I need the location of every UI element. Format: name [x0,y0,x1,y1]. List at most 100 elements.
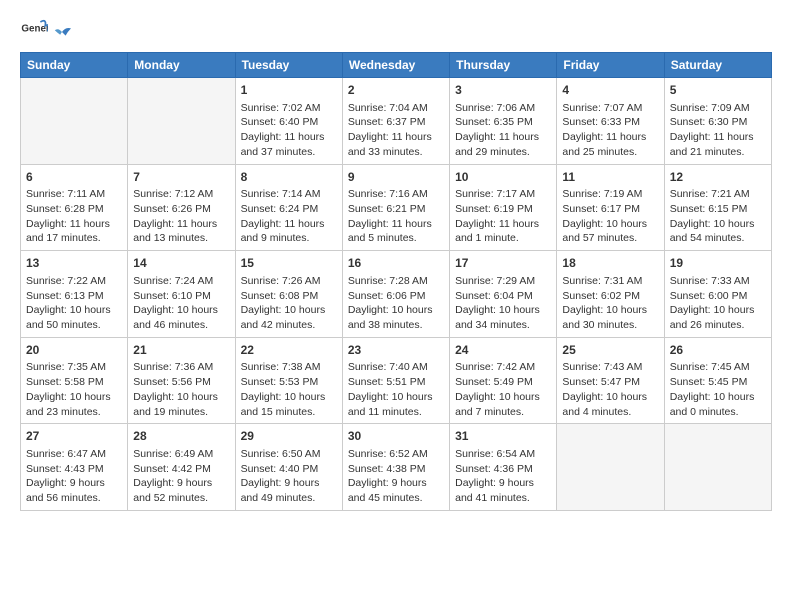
day-info: Sunrise: 7:21 AM Sunset: 6:15 PM Dayligh… [670,187,766,246]
day-info: Sunrise: 7:33 AM Sunset: 6:00 PM Dayligh… [670,274,766,333]
day-info: Sunrise: 7:22 AM Sunset: 6:13 PM Dayligh… [26,274,122,333]
day-number: 23 [348,342,444,359]
day-number: 13 [26,255,122,272]
calendar-cell: 9Sunrise: 7:16 AM Sunset: 6:21 PM Daylig… [342,164,449,251]
day-info: Sunrise: 7:04 AM Sunset: 6:37 PM Dayligh… [348,101,444,160]
calendar-cell: 14 Sunrise: 7:24 AM Sunset: 6:10 PM Dayli… [128,251,235,338]
calendar-cell: 22Sunrise: 7:38 AM Sunset: 5:53 PM Dayli… [235,337,342,424]
day-info: Sunrise: 7:07 AM Sunset: 6:33 PM Dayligh… [562,101,658,160]
calendar-week-4: 20Sunrise: 7:35 AM Sunset: 5:58 PM Dayli… [21,337,772,424]
day-number: 21 [133,342,229,359]
day-info: Sunrise: 6:54 AM Sunset: 4:36 PM Dayligh… [455,447,551,506]
day-info: Sunrise: 7:40 AM Sunset: 5:51 PM Dayligh… [348,360,444,419]
day-number: 15 [241,255,337,272]
day-number: 7 [133,169,229,186]
day-number: 12 [670,169,766,186]
day-info: Sunrise: 7:14 AM Sunset: 6:24 PM Dayligh… [241,187,337,246]
calendar: SundayMondayTuesdayWednesdayThursdayFrid… [20,52,772,511]
day-number: 5 [670,82,766,99]
day-number: 6 [26,169,122,186]
day-number: 14 [133,255,229,272]
calendar-cell: 29 Sunrise: 6:50 AM Sunset: 4:40 PM Dayli… [235,424,342,511]
day-number: 27 [26,428,122,445]
calendar-cell: 6Sunrise: 7:11 AM Sunset: 6:28 PM Daylig… [21,164,128,251]
day-number: 26 [670,342,766,359]
day-info: Sunrise: 7:35 AM Sunset: 5:58 PM Dayligh… [26,360,122,419]
day-number: 29 [241,428,337,445]
calendar-cell: 26Sunrise: 7:45 AM Sunset: 5:45 PM Dayli… [664,337,771,424]
calendar-cell: 2 Sunrise: 7:04 AM Sunset: 6:37 PM Daylig… [342,78,449,165]
day-number: 17 [455,255,551,272]
calendar-cell: 21Sunrise: 7:36 AM Sunset: 5:56 PM Dayli… [128,337,235,424]
calendar-week-1: 1 Sunrise: 7:02 AM Sunset: 6:40 PM Daylig… [21,78,772,165]
day-number: 18 [562,255,658,272]
header-wednesday: Wednesday [342,53,449,78]
calendar-cell: 8Sunrise: 7:14 AM Sunset: 6:24 PM Daylig… [235,164,342,251]
day-number: 20 [26,342,122,359]
header-thursday: Thursday [450,53,557,78]
calendar-cell: 13 Sunrise: 7:22 AM Sunset: 6:13 PM Dayli… [21,251,128,338]
calendar-cell: 30 Sunrise: 6:52 AM Sunset: 4:38 PM Dayli… [342,424,449,511]
day-info: Sunrise: 7:29 AM Sunset: 6:04 PM Dayligh… [455,274,551,333]
calendar-cell: 12Sunrise: 7:21 AM Sunset: 6:15 PM Dayli… [664,164,771,251]
calendar-week-5: 27Sunrise: 6:47 AM Sunset: 4:43 PM Dayli… [21,424,772,511]
day-number: 4 [562,82,658,99]
logo: General [20,16,72,44]
day-number: 1 [241,82,337,99]
day-info: Sunrise: 7:28 AM Sunset: 6:06 PM Dayligh… [348,274,444,333]
day-info: Sunrise: 7:19 AM Sunset: 6:17 PM Dayligh… [562,187,658,246]
day-number: 28 [133,428,229,445]
day-info: Sunrise: 7:31 AM Sunset: 6:02 PM Dayligh… [562,274,658,333]
day-info: Sunrise: 7:43 AM Sunset: 5:47 PM Dayligh… [562,360,658,419]
calendar-cell: 10Sunrise: 7:17 AM Sunset: 6:19 PM Dayli… [450,164,557,251]
day-number: 24 [455,342,551,359]
day-info: Sunrise: 7:17 AM Sunset: 6:19 PM Dayligh… [455,187,551,246]
day-info: Sunrise: 7:12 AM Sunset: 6:26 PM Dayligh… [133,187,229,246]
calendar-cell: 20Sunrise: 7:35 AM Sunset: 5:58 PM Dayli… [21,337,128,424]
day-number: 19 [670,255,766,272]
calendar-cell: 18 Sunrise: 7:31 AM Sunset: 6:02 PM Dayli… [557,251,664,338]
calendar-cell: 17 Sunrise: 7:29 AM Sunset: 6:04 PM Dayli… [450,251,557,338]
calendar-cell: 16Sunrise: 7:28 AM Sunset: 6:06 PM Dayli… [342,251,449,338]
calendar-week-3: 13 Sunrise: 7:22 AM Sunset: 6:13 PM Dayli… [21,251,772,338]
day-number: 2 [348,82,444,99]
calendar-cell: 24Sunrise: 7:42 AM Sunset: 5:49 PM Dayli… [450,337,557,424]
day-info: Sunrise: 7:16 AM Sunset: 6:21 PM Dayligh… [348,187,444,246]
day-number: 3 [455,82,551,99]
day-number: 9 [348,169,444,186]
calendar-week-2: 6Sunrise: 7:11 AM Sunset: 6:28 PM Daylig… [21,164,772,251]
calendar-cell: 5Sunrise: 7:09 AM Sunset: 6:30 PM Daylig… [664,78,771,165]
day-number: 30 [348,428,444,445]
day-number: 22 [241,342,337,359]
day-info: Sunrise: 7:38 AM Sunset: 5:53 PM Dayligh… [241,360,337,419]
day-info: Sunrise: 7:45 AM Sunset: 5:45 PM Dayligh… [670,360,766,419]
calendar-cell [21,78,128,165]
calendar-cell [128,78,235,165]
day-number: 31 [455,428,551,445]
calendar-cell: 27Sunrise: 6:47 AM Sunset: 4:43 PM Dayli… [21,424,128,511]
calendar-cell: 31 Sunrise: 6:54 AM Sunset: 4:36 PM Dayli… [450,424,557,511]
day-info: Sunrise: 7:06 AM Sunset: 6:35 PM Dayligh… [455,101,551,160]
day-info: Sunrise: 6:50 AM Sunset: 4:40 PM Dayligh… [241,447,337,506]
calendar-cell: 25Sunrise: 7:43 AM Sunset: 5:47 PM Dayli… [557,337,664,424]
calendar-header-row: SundayMondayTuesdayWednesdayThursdayFrid… [21,53,772,78]
svg-text:General: General [21,23,48,34]
day-info: Sunrise: 7:24 AM Sunset: 6:10 PM Dayligh… [133,274,229,333]
day-number: 25 [562,342,658,359]
day-number: 8 [241,169,337,186]
header-monday: Monday [128,53,235,78]
calendar-cell: 1 Sunrise: 7:02 AM Sunset: 6:40 PM Daylig… [235,78,342,165]
header-saturday: Saturday [664,53,771,78]
calendar-cell: 3 Sunrise: 7:06 AM Sunset: 6:35 PM Daylig… [450,78,557,165]
header-friday: Friday [557,53,664,78]
calendar-cell: 7Sunrise: 7:12 AM Sunset: 6:26 PM Daylig… [128,164,235,251]
day-number: 11 [562,169,658,186]
day-info: Sunrise: 6:52 AM Sunset: 4:38 PM Dayligh… [348,447,444,506]
calendar-cell: 11Sunrise: 7:19 AM Sunset: 6:17 PM Dayli… [557,164,664,251]
calendar-cell: 28Sunrise: 6:49 AM Sunset: 4:42 PM Dayli… [128,424,235,511]
logo-bird-icon [53,23,71,41]
day-number: 10 [455,169,551,186]
day-info: Sunrise: 7:02 AM Sunset: 6:40 PM Dayligh… [241,101,337,160]
day-info: Sunrise: 7:36 AM Sunset: 5:56 PM Dayligh… [133,360,229,419]
calendar-cell [557,424,664,511]
